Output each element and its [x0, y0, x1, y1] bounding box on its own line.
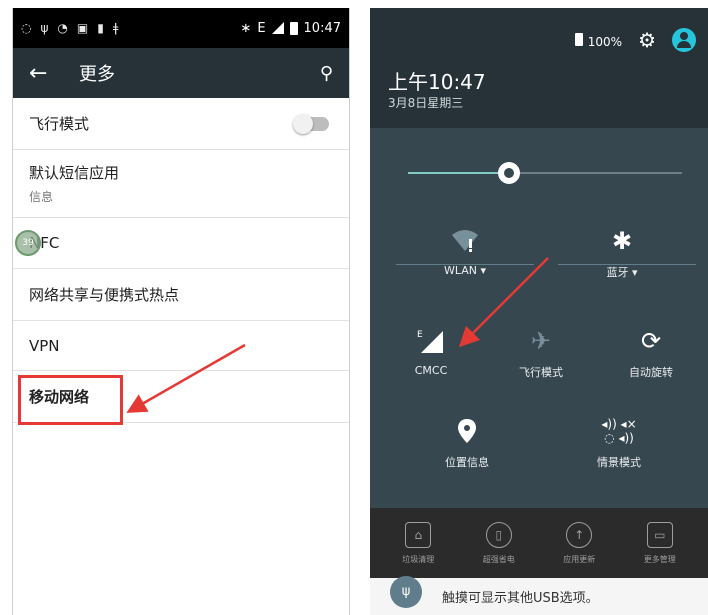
android-icon: ǂ: [112, 21, 119, 35]
tile-rotate[interactable]: ⟳ 自动旋转: [596, 324, 706, 380]
tile-bluetooth[interactable]: ✱ 蓝牙 ▾: [567, 224, 677, 280]
usb-icon: ψ: [40, 21, 49, 35]
tile-label: 蓝牙 ▾: [606, 266, 638, 279]
search-icon[interactable]: ⚲: [320, 63, 333, 84]
svg-text:E: E: [417, 330, 423, 340]
status-bar: ◌ ψ ◔ ▣ ▮ ǂ ∗ E 10:47: [13, 8, 349, 48]
lock-icon: ▮: [97, 21, 104, 35]
app-bar: ← 更多 ⚲: [13, 48, 349, 98]
bluetooth-icon: ∗: [240, 20, 252, 36]
brightness-slider[interactable]: [408, 162, 682, 184]
dock-item-more-manage[interactable]: ▭ 更多管理: [643, 521, 676, 565]
header-time: 上午10:47: [388, 70, 486, 94]
cell-signal-icon: E: [376, 324, 486, 358]
dock-label: 垃圾清理: [402, 554, 435, 564]
list-item-label: 网络共享与便携式热点: [29, 286, 180, 304]
list-item-label: VPN: [29, 336, 60, 355]
left-phone-screen: ◌ ψ ◔ ▣ ▮ ǂ ∗ E 10:47 ← 更多 ⚲ 飞行模式 默认短信应用…: [12, 8, 350, 615]
usb-notification[interactable]: ψ 触摸可显示其他USB选项。: [370, 575, 708, 615]
list-item-default-sms[interactable]: 默认短信应用 信息: [13, 150, 349, 218]
gear-icon[interactable]: ⚙: [638, 28, 656, 52]
battery-save-icon: ▯: [485, 521, 512, 548]
signal-icon: [271, 22, 284, 34]
list-item-airplane-mode[interactable]: 飞行模式: [13, 98, 349, 150]
tile-wlan[interactable]: WLAN ▾: [410, 224, 520, 277]
user-avatar-icon[interactable]: [672, 28, 696, 52]
launcher-dock: ⌂ 垃圾清理 ▯ 超强省电 ↑ 应用更新 ▭ 更多管理: [370, 508, 708, 578]
quick-settings-panel: WLAN ▾ ✱ 蓝牙 ▾ E CMCC ✈ 飞行模式 ⟳ 自动旋转 位置信息: [370, 128, 708, 508]
notification-text: 触摸可显示其他USB选项。: [442, 591, 599, 606]
rotate-icon: ⟳: [640, 327, 662, 355]
dock-item-app-update[interactable]: ↑ 应用更新: [563, 521, 596, 565]
usb-icon: ψ: [390, 575, 422, 608]
tile-divider: [558, 264, 696, 265]
tile-label: WLAN ▾: [443, 264, 487, 277]
tile-airplane[interactable]: ✈ 飞行模式: [486, 324, 596, 380]
bluetooth-icon: ✱: [611, 227, 633, 255]
dock-item-power-save[interactable]: ▯ 超强省电: [482, 521, 515, 565]
header-date: 3月8日星期三: [388, 96, 464, 110]
wlan-label: WLAN: [443, 264, 477, 277]
tile-label: 飞行模式: [519, 366, 563, 379]
battery-indicator: 100%: [574, 31, 623, 50]
airplane-icon: ✈: [530, 327, 552, 355]
sim-icon: ▣: [76, 21, 89, 35]
brightness-thumb[interactable]: [498, 162, 521, 184]
highlight-box: [18, 375, 123, 425]
arrow-left-icon[interactable]: ←: [29, 61, 69, 86]
wifi-icon: ◔: [57, 21, 68, 35]
tile-label: 位置信息: [445, 456, 489, 469]
bluetooth-label: 蓝牙: [606, 266, 629, 279]
tile-divider: [396, 264, 534, 265]
tile-location[interactable]: 位置信息: [412, 414, 522, 470]
quick-settings-header: 100% ⚙ 上午10:47 3月8日星期三: [370, 8, 708, 128]
dock-item-cleanup[interactable]: ⌂ 垃圾清理: [402, 521, 435, 565]
airplane-mode-toggle[interactable]: [293, 113, 329, 134]
list-item-label: 默认短信应用: [29, 164, 120, 182]
right-phone-screen: 100% ⚙ 上午10:47 3月8日星期三 WLAN ▾ ✱ 蓝牙 ▾ E C…: [370, 8, 708, 615]
sound-profile-icon: ◂)) ◂× ◌ ◂)): [564, 414, 674, 448]
list-item-vpn[interactable]: VPN: [13, 321, 349, 371]
list-item-tethering[interactable]: 网络共享与便携式热点: [13, 269, 349, 321]
battery-percent: 100%: [587, 34, 623, 49]
tile-label: 自动旋转: [629, 366, 673, 379]
list-item-label: 飞行模式: [29, 115, 90, 133]
tile-label: 情景模式: [597, 456, 641, 469]
status-time: 10:47: [303, 20, 341, 36]
trash-icon: ⌂: [405, 521, 432, 548]
dock-label: 超强省电: [482, 554, 515, 564]
tile-cmcc[interactable]: E CMCC: [376, 324, 486, 377]
upload-icon: ↑: [566, 521, 593, 548]
list-item-sub: 信息: [29, 190, 54, 204]
location-pin-icon: [412, 414, 522, 448]
floating-badge[interactable]: 39: [15, 230, 41, 256]
list-item-nfc[interactable]: 39 NFC: [13, 218, 349, 269]
manage-icon: ▭: [646, 521, 673, 548]
notification-icon: ◌: [21, 21, 32, 35]
brightness-fill: [408, 172, 510, 174]
tile-label: CMCC: [414, 364, 448, 377]
tile-sound-profile[interactable]: ◂)) ◂× ◌ ◂)) 情景模式: [564, 414, 674, 470]
wifi-off-icon: [410, 224, 520, 258]
dock-label: 应用更新: [563, 554, 596, 564]
battery-icon: [289, 21, 298, 35]
dock-label: 更多管理: [643, 554, 676, 564]
vibrate-icon: ◌ ◂)): [604, 431, 634, 445]
network-type: E: [257, 20, 266, 36]
list-item-label: NFC: [29, 234, 60, 252]
volume-icon: ◂)) ◂×: [601, 417, 637, 431]
page-title: 更多: [79, 64, 115, 85]
battery-icon: [574, 32, 583, 46]
